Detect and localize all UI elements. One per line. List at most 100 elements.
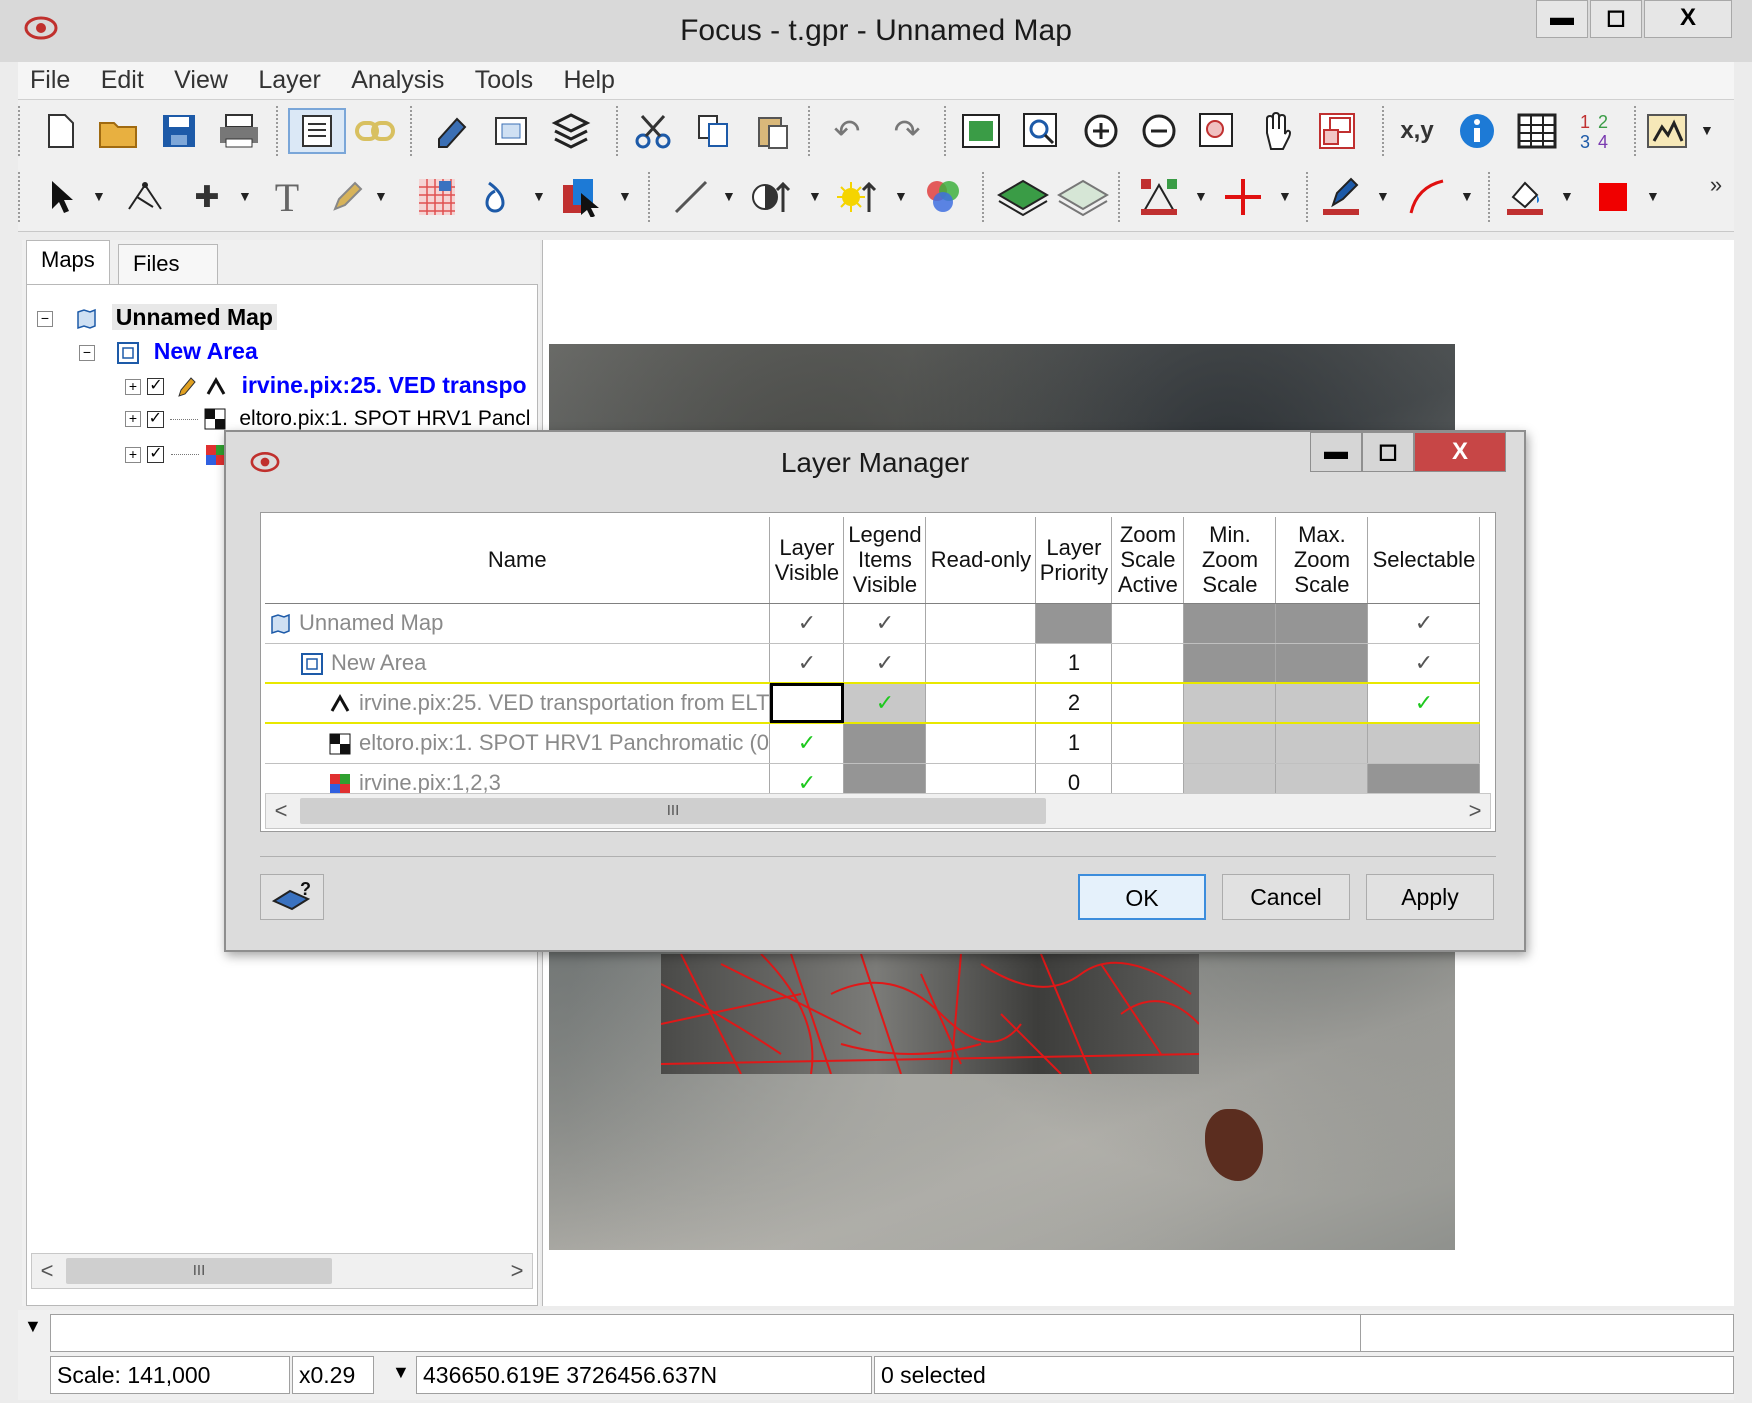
tree-root-unnamed-map[interactable]: − Unnamed Map <box>37 301 277 333</box>
menu-analysis[interactable]: Analysis <box>339 62 456 98</box>
table-row-selected[interactable]: irvine.pix:25. VED transportation from E… <box>265 682 1481 724</box>
dialog-close-button[interactable]: X <box>1414 432 1506 472</box>
fill-shape-icon[interactable] <box>474 174 520 220</box>
col-legend-items-visible[interactable]: Legend Items Visible <box>843 517 927 604</box>
scroll-left-icon[interactable]: < <box>32 1254 62 1288</box>
brightness-icon[interactable] <box>834 174 880 220</box>
ok-button[interactable]: OK <box>1078 874 1206 920</box>
new-file-icon[interactable] <box>38 108 84 154</box>
map-properties-icon[interactable] <box>288 108 346 154</box>
dialog-maximize-button[interactable]: ◻ <box>1362 432 1414 472</box>
row-name-cell[interactable]: irvine.pix:25. VED transportation from E… <box>265 682 771 724</box>
cancel-button[interactable]: Cancel <box>1222 874 1350 920</box>
row-name-cell[interactable]: New Area <box>265 643 771 684</box>
status-dropdown-icon[interactable]: ▼ <box>24 1316 42 1337</box>
eraser-icon[interactable] <box>428 108 474 154</box>
fill-color-icon[interactable] <box>1502 174 1548 220</box>
menu-tools[interactable]: Tools <box>463 62 545 98</box>
tree-new-area[interactable]: − New Area <box>79 335 258 367</box>
legend-visible-cell[interactable]: ✓ <box>843 682 927 724</box>
selectable-cell[interactable]: ✓ <box>1367 643 1481 684</box>
priority-cell[interactable]: 1 <box>1035 643 1113 684</box>
table-row[interactable]: Unnamed Map ✓ ✓ ✓ <box>265 603 1481 644</box>
edit-vertices-icon[interactable] <box>1136 174 1182 220</box>
contrast-icon[interactable] <box>748 174 794 220</box>
scroll-right-icon[interactable]: > <box>502 1254 532 1288</box>
overview-icon[interactable] <box>1314 108 1360 154</box>
print-icon[interactable] <box>216 108 262 154</box>
menu-edit[interactable]: Edit <box>89 62 156 98</box>
collapse-icon[interactable]: − <box>79 344 95 361</box>
table-row[interactable]: New Area ✓ ✓ 1 ✓ <box>265 643 1481 684</box>
tab-files[interactable]: Files <box>118 244 218 284</box>
numbering-icon[interactable]: 1234 <box>1574 108 1620 154</box>
select-pointer-icon[interactable] <box>38 174 84 220</box>
vertex-edit-icon[interactable] <box>122 174 168 220</box>
save-icon[interactable] <box>156 108 202 154</box>
expand-icon[interactable]: + <box>125 378 141 395</box>
minimize-button[interactable]: ▬ <box>1536 0 1588 38</box>
fill-dropdown-icon[interactable]: ▼ <box>532 188 546 204</box>
cut-icon[interactable] <box>630 108 676 154</box>
scroll-right-icon[interactable]: > <box>1460 794 1490 828</box>
chart-icon[interactable] <box>1644 108 1690 154</box>
row-name-cell[interactable]: eltoro.pix:1. SPOT HRV1 Panchromatic (0 <box>265 723 771 764</box>
coordinate-format-dropdown-icon[interactable]: ▼ <box>392 1362 410 1383</box>
collapse-icon[interactable]: − <box>37 310 53 327</box>
close-button[interactable]: X <box>1644 0 1732 38</box>
pencil-dropdown-icon[interactable]: ▼ <box>374 188 388 204</box>
read-only-cell[interactable] <box>925 723 1037 764</box>
scroll-thumb[interactable]: III <box>66 1258 332 1284</box>
col-layer-priority[interactable]: Layer Priority <box>1035 517 1113 604</box>
grid-hscrollbar[interactable]: < III > <box>265 793 1491 829</box>
tree-hscrollbar[interactable]: < III > <box>31 1253 533 1289</box>
tab-maps[interactable]: Maps <box>26 240 110 284</box>
redo-icon[interactable]: ↷ <box>884 108 930 154</box>
contrast-dropdown-icon[interactable]: ▼ <box>808 188 822 204</box>
tree-layer-irvine-ved[interactable]: + ✓ irvine.pix:25. VED transpo <box>125 369 527 401</box>
scroll-left-icon[interactable]: < <box>266 794 296 828</box>
raster-grid-icon[interactable] <box>414 174 460 220</box>
col-name[interactable]: Name <box>265 517 771 604</box>
zoom-layer-icon[interactable] <box>1194 108 1240 154</box>
info-icon[interactable] <box>1454 108 1500 154</box>
priority-cell[interactable]: 2 <box>1035 682 1113 724</box>
layer-add-icon[interactable] <box>994 174 1052 220</box>
zoom-out-icon[interactable] <box>1136 108 1182 154</box>
line-dropdown-icon[interactable]: ▼ <box>722 188 736 204</box>
line-tool-icon[interactable] <box>668 174 714 220</box>
color-swatch-dropdown-icon[interactable]: ▼ <box>1646 188 1660 204</box>
col-layer-visible[interactable]: Layer Visible <box>769 517 845 604</box>
menu-file[interactable]: File <box>18 62 82 98</box>
layer-visible-checkbox[interactable]: ✓ <box>147 446 165 464</box>
pencil-edit-icon[interactable] <box>324 174 370 220</box>
window-icon[interactable] <box>488 108 534 154</box>
copy-icon[interactable] <box>690 108 736 154</box>
zoom-active-cell[interactable] <box>1111 643 1185 684</box>
toolbar-overflow-icon[interactable]: » <box>1704 162 1728 208</box>
text-tool-icon[interactable]: T <box>264 174 310 220</box>
menu-help[interactable]: Help <box>552 62 627 98</box>
help-icon[interactable]: ? <box>260 874 324 920</box>
zoom-extents-icon[interactable] <box>958 108 1004 154</box>
select-dropdown-icon[interactable]: ▼ <box>92 188 106 204</box>
zoom-active-cell[interactable] <box>1111 723 1185 764</box>
zoom-active-cell[interactable] <box>1111 682 1185 724</box>
move-dropdown-icon[interactable]: ▼ <box>238 188 252 204</box>
dialog-minimize-button[interactable]: ▬ <box>1310 432 1362 472</box>
link-icon[interactable] <box>352 108 398 154</box>
line-color-dropdown-icon[interactable]: ▼ <box>1460 188 1474 204</box>
menu-view[interactable]: View <box>162 62 240 98</box>
select-feature-dropdown-icon[interactable]: ▼ <box>618 188 632 204</box>
table-icon[interactable] <box>1514 108 1560 154</box>
chart-dropdown-icon[interactable]: ▼ <box>1700 122 1714 138</box>
crosshair-icon[interactable] <box>1220 174 1266 220</box>
rgb-icon[interactable] <box>920 174 966 220</box>
layer-visible-checkbox[interactable]: ✓ <box>146 410 164 428</box>
zoom-window-icon[interactable] <box>1018 108 1064 154</box>
table-row[interactable]: eltoro.pix:1. SPOT HRV1 Panchromatic (0 … <box>265 723 1481 764</box>
selectable-cell[interactable]: ✓ <box>1367 603 1481 644</box>
expand-icon[interactable]: + <box>125 446 141 463</box>
status-scale[interactable]: Scale: 141,000 <box>50 1356 290 1394</box>
selectable-cell[interactable]: ✓ <box>1367 682 1481 724</box>
